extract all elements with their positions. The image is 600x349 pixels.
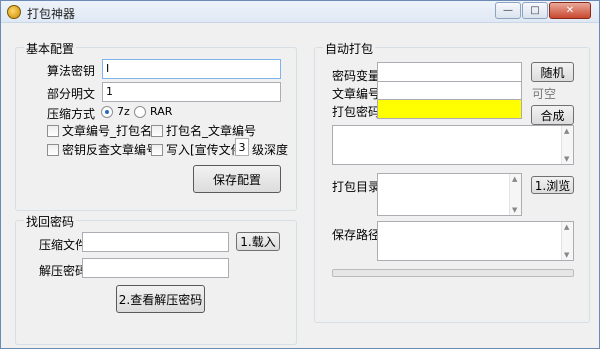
chk-key-reverse[interactable]: 密钥反查文章编号: [47, 141, 158, 158]
recover-title: 找回密码: [24, 213, 77, 230]
progress-bar: [332, 269, 574, 277]
unzip-pwd-label: 解压密码: [39, 264, 88, 278]
random-button[interactable]: 随机: [531, 62, 574, 82]
radio-rar-label: RAR: [150, 105, 173, 118]
chk-key-reverse-label: 密钥反查文章编号: [62, 143, 159, 157]
optional-hint: 可空: [532, 87, 557, 101]
article-no-input[interactable]: [377, 81, 522, 101]
save-config-button[interactable]: 保存配置: [193, 165, 281, 193]
output-textarea[interactable]: ▲ ▼: [332, 125, 574, 165]
compress-label: 压缩方式: [47, 107, 96, 121]
checkbox-box: [47, 124, 59, 137]
chk-article-packname-label: 文章编号_打包名: [62, 124, 153, 138]
main-window: 打包神器 — □ ✕ 基本配置 算法密钥 I 部分明文 1 压缩方式 7z RA…: [0, 0, 600, 349]
radio-7z-dot: [101, 105, 113, 118]
scroll-down-icon[interactable]: ▼: [564, 155, 569, 163]
part-plain-input[interactable]: 1: [102, 82, 281, 102]
close-button[interactable]: ✕: [549, 2, 591, 19]
output-scrollbar[interactable]: ▲ ▼: [561, 126, 573, 164]
save-path-label: 保存路径: [332, 228, 381, 242]
auto-pack-title: 自动打包: [323, 40, 376, 57]
radio-7z-label: 7z: [117, 105, 130, 118]
chk-article-packname[interactable]: 文章编号_打包名: [47, 122, 152, 139]
checkbox-box: [151, 124, 163, 137]
radio-rar-dot: [134, 105, 146, 118]
combine-button[interactable]: 合成: [531, 105, 574, 125]
browse-button[interactable]: 1.浏览: [531, 176, 574, 194]
view-unzip-pwd-button[interactable]: 2.查看解压密码: [116, 285, 205, 313]
window-title: 打包神器: [27, 7, 76, 21]
depth-spinner[interactable]: 3: [235, 138, 249, 156]
algo-key-input[interactable]: I: [102, 59, 281, 79]
pack-dir-textarea[interactable]: ▲ ▼: [377, 173, 522, 216]
basic-config-title: 基本配置: [24, 40, 77, 57]
part-plain-label: 部分明文: [47, 87, 96, 101]
pack-dir-label: 打包目录: [332, 180, 381, 194]
scroll-down-icon[interactable]: ▼: [564, 251, 569, 259]
maximize-button[interactable]: □: [522, 2, 548, 19]
checkbox-box: [151, 143, 163, 156]
title-bar[interactable]: 打包神器 — □ ✕: [1, 1, 599, 23]
pwd-var-label: 密码变量: [332, 69, 381, 83]
pack-pwd-label: 打包密码: [332, 105, 381, 119]
chk-write-promo[interactable]: 写入[宣传文件]: [151, 141, 247, 158]
checkbox-box: [47, 143, 59, 156]
zip-file-label: 压缩文件: [39, 238, 88, 252]
depth-label: 级深度: [252, 143, 289, 157]
save-path-textarea[interactable]: ▲ ▼: [377, 221, 574, 261]
scroll-up-icon[interactable]: ▲: [564, 223, 569, 231]
chk-packname-article-label: 打包名_文章编号: [166, 124, 257, 138]
scroll-down-icon[interactable]: ▼: [512, 206, 517, 214]
algo-key-label: 算法密钥: [47, 64, 96, 78]
radio-rar[interactable]: RAR: [134, 105, 172, 118]
unzip-pwd-input[interactable]: [82, 258, 229, 278]
radio-7z[interactable]: 7z: [101, 105, 130, 118]
app-icon: [7, 5, 21, 19]
article-no-label: 文章编号: [332, 87, 381, 101]
chk-packname-article[interactable]: 打包名_文章编号: [151, 122, 256, 139]
scroll-up-icon[interactable]: ▲: [512, 175, 517, 183]
pwd-var-input[interactable]: [377, 62, 522, 82]
minimize-button[interactable]: —: [495, 2, 521, 19]
scroll-up-icon[interactable]: ▲: [564, 127, 569, 135]
pack-pwd-input[interactable]: [377, 99, 522, 119]
load-button[interactable]: 1.载入: [236, 232, 280, 251]
pack-dir-scrollbar[interactable]: ▲ ▼: [509, 174, 521, 215]
zip-file-input[interactable]: [82, 232, 229, 252]
save-path-scrollbar[interactable]: ▲ ▼: [561, 222, 573, 260]
